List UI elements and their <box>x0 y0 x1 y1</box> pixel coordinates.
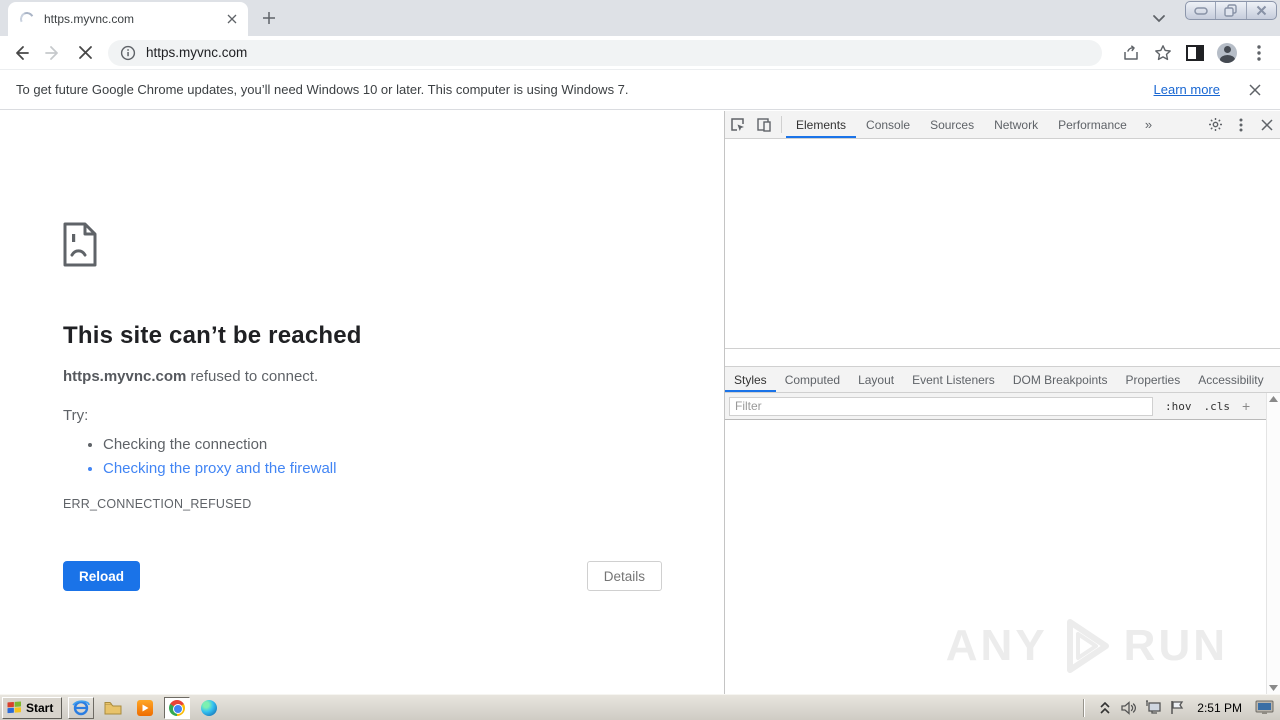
scroll-down-icon[interactable] <box>1269 685 1278 691</box>
chrome-update-infobar: To get future Google Chrome updates, you… <box>0 70 1280 110</box>
error-domain: https.myvnc.com <box>63 368 187 385</box>
tab-loading-spinner-icon <box>18 10 36 28</box>
devtools-close-icon[interactable] <box>1254 111 1280 138</box>
inspect-element-icon[interactable] <box>725 111 751 138</box>
styles-pane-body[interactable]: ANY RUN <box>725 420 1280 694</box>
devtools-panel: Elements Console Sources Network Perform… <box>724 111 1280 694</box>
tab-title: https.myvnc.com <box>44 12 135 26</box>
devtools-tab-network[interactable]: Network <box>984 111 1048 138</box>
devtools-tab-elements[interactable]: Elements <box>786 111 857 138</box>
suggestion-list: Checking the connection Checking the pro… <box>103 433 663 481</box>
reload-button[interactable]: Reload <box>63 561 141 591</box>
elements-breadcrumb-bar <box>725 349 1280 366</box>
taskbar: Start 2:51 PM <box>0 694 1280 720</box>
error-title: This site can’t be reached <box>63 322 362 349</box>
chrome-icon <box>169 699 186 716</box>
error-subtitle: https.myvnc.com refused to connect. <box>63 368 319 385</box>
tab-search-chevron-icon[interactable] <box>1150 9 1168 27</box>
sidebar-tab-event-listeners[interactable]: Event Listeners <box>903 367 1004 392</box>
url-text[interactable]: https.myvnc.com <box>146 45 247 60</box>
folder-icon <box>104 701 122 714</box>
address-bar[interactable]: https.myvnc.com <box>108 39 1102 66</box>
sidebar-tab-styles[interactable]: Styles <box>725 367 776 392</box>
watermark-text-any: ANY <box>945 621 1048 670</box>
show-hidden-icons-button[interactable] <box>1095 699 1115 717</box>
taskbar-explorer-button[interactable] <box>100 697 126 719</box>
anyrun-watermark: ANY RUN <box>946 614 1228 678</box>
sidebar-tab-accessibility[interactable]: Accessibility <box>1189 367 1272 392</box>
error-page: This site can’t be reached https.myvnc.c… <box>0 111 724 694</box>
back-button[interactable] <box>8 40 34 66</box>
profile-avatar[interactable] <box>1214 40 1240 66</box>
network-icon[interactable] <box>1143 699 1163 717</box>
styles-sidebar-tabs: Styles Computed Layout Event Listeners D… <box>725 366 1280 393</box>
forward-button[interactable] <box>40 40 66 66</box>
devtools-settings-gear-icon[interactable] <box>1202 111 1228 138</box>
suggestion-item: Checking the connection <box>103 433 663 457</box>
browser-tab[interactable]: https.myvnc.com <box>8 2 248 36</box>
side-panel-icon[interactable] <box>1182 40 1208 66</box>
devtools-tab-console[interactable]: Console <box>856 111 920 138</box>
styles-filter-input[interactable] <box>729 396 1153 416</box>
styles-scrollbar[interactable] <box>1266 393 1280 694</box>
share-icon[interactable] <box>1118 40 1144 66</box>
watermark-text-run: RUN <box>1123 621 1228 670</box>
browser-toolbar: https.myvnc.com <box>0 36 1280 70</box>
learn-more-link[interactable]: Learn more <box>1154 82 1220 97</box>
device-toolbar-icon[interactable] <box>751 111 777 138</box>
taskbar-clock[interactable]: 2:51 PM <box>1197 701 1242 715</box>
start-button[interactable]: Start <box>2 696 63 719</box>
more-tabs-icon[interactable]: » <box>1137 111 1160 138</box>
tab-strip: https.myvnc.com <box>0 0 1280 36</box>
devtools-tab-performance[interactable]: Performance <box>1048 111 1137 138</box>
details-button[interactable]: Details <box>586 561 662 591</box>
devtools-toolbar: Elements Console Sources Network Perform… <box>725 111 1280 139</box>
start-label: Start <box>26 700 54 715</box>
new-tab-button[interactable] <box>258 7 280 29</box>
minimize-button[interactable] <box>1186 2 1217 19</box>
action-center-flag-icon[interactable] <box>1167 699 1187 717</box>
infobar-close-icon[interactable] <box>1246 81 1264 99</box>
page-info-icon[interactable] <box>120 45 136 61</box>
stop-button[interactable] <box>72 40 98 66</box>
sad-page-icon <box>63 222 97 267</box>
menu-dots-icon[interactable] <box>1246 40 1272 66</box>
restore-button[interactable] <box>1216 2 1247 19</box>
new-style-rule-icon[interactable]: + <box>1242 398 1250 414</box>
tab-close-icon[interactable] <box>224 11 240 27</box>
try-label: Try: <box>63 407 89 424</box>
bookmark-star-icon[interactable] <box>1150 40 1176 66</box>
pseudo-state-toggle[interactable]: :hov <box>1165 400 1192 413</box>
elements-tree-panel[interactable] <box>725 139 1280 349</box>
close-window-button[interactable] <box>1247 2 1276 19</box>
show-desktop-button[interactable] <box>1254 699 1274 717</box>
volume-icon[interactable] <box>1119 699 1139 717</box>
taskbar-edge-button[interactable] <box>196 697 222 719</box>
internet-explorer-icon <box>72 699 91 715</box>
system-tray: 2:51 PM <box>1077 697 1278 719</box>
taskbar-internet-explorer-button[interactable] <box>68 696 95 719</box>
infobar-message: To get future Google Chrome updates, you… <box>16 82 629 97</box>
element-class-toggle[interactable]: .cls <box>1204 400 1231 413</box>
edge-icon <box>201 699 218 716</box>
anyrun-play-logo-icon <box>1066 619 1109 673</box>
sidebar-tab-computed[interactable]: Computed <box>776 367 849 392</box>
main-area: This site can’t be reached https.myvnc.c… <box>0 111 1280 694</box>
scroll-up-icon[interactable] <box>1269 396 1278 402</box>
sidebar-tab-properties[interactable]: Properties <box>1117 367 1190 392</box>
sidebar-tab-dom-breakpoints[interactable]: DOM Breakpoints <box>1004 367 1117 392</box>
error-code: ERR_CONNECTION_REFUSED <box>63 497 252 511</box>
window-controls <box>1185 1 1277 20</box>
taskbar-chrome-button[interactable] <box>164 696 191 719</box>
devtools-tab-sources[interactable]: Sources <box>920 111 984 138</box>
styles-filter-bar: :hov .cls + <box>725 393 1280 420</box>
taskbar-media-player-button[interactable] <box>132 697 158 719</box>
devtools-menu-dots-icon[interactable] <box>1228 111 1254 138</box>
suggestion-proxy-link[interactable]: Checking the proxy and the firewall <box>103 457 663 481</box>
tray-divider <box>1083 698 1086 717</box>
sidebar-tab-layout[interactable]: Layout <box>849 367 903 392</box>
media-player-icon <box>137 699 154 716</box>
windows-logo-icon <box>7 701 21 714</box>
